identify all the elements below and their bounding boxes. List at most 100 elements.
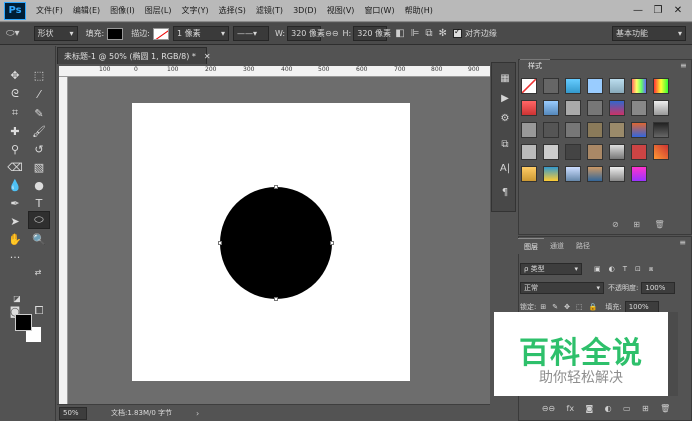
- style-preset-swatch[interactable]: [565, 100, 581, 116]
- lasso-tool-icon[interactable]: ᘓ: [4, 85, 26, 103]
- style-preset-swatch[interactable]: [609, 166, 625, 182]
- width-field[interactable]: 320 像素: [287, 26, 325, 41]
- fill-color-swatch[interactable]: [107, 27, 124, 40]
- style-preset-swatch[interactable]: [631, 144, 647, 160]
- blend-mode-select[interactable]: 正常 ▾: [520, 282, 604, 294]
- path-alignment-icon[interactable]: ⊫: [411, 28, 420, 39]
- type-tool-icon[interactable]: T: [28, 194, 50, 212]
- style-preset-swatch[interactable]: [587, 100, 603, 116]
- style-preset-swatch[interactable]: [609, 144, 625, 160]
- history-panel-icon[interactable]: ▦: [496, 69, 514, 87]
- workspace-select[interactable]: 基本功能 ▾: [612, 26, 686, 41]
- panel-menu-icon[interactable]: ≡: [680, 61, 687, 70]
- close-tab-icon[interactable]: ✕: [204, 52, 211, 61]
- clear-style-icon[interactable]: ⊘: [612, 220, 619, 229]
- style-preset-swatch[interactable]: [631, 166, 647, 182]
- edit-toolbar-icon[interactable]: ···: [4, 248, 26, 266]
- style-preset-swatch[interactable]: [653, 100, 669, 116]
- menu-help[interactable]: 帮助(H): [405, 5, 433, 16]
- layers-panel-menu-icon[interactable]: ≡: [679, 238, 686, 254]
- blur-tool-icon[interactable]: 💧: [4, 176, 26, 194]
- filter-smart-object-icon[interactable]: ⧈: [649, 265, 653, 274]
- eraser-tool-icon[interactable]: ⌫: [4, 158, 26, 176]
- marquee-tool-icon[interactable]: ⬚: [28, 66, 50, 84]
- style-preset-swatch[interactable]: [521, 78, 537, 94]
- stroke-width-field[interactable]: 1 像素 ▾: [172, 26, 229, 41]
- foreground-color-swatch[interactable]: [15, 314, 32, 331]
- actions-panel-icon[interactable]: ▶: [496, 89, 514, 107]
- link-layers-icon[interactable]: ⊖⊖: [542, 404, 555, 418]
- gradient-tool-icon[interactable]: ▧: [28, 158, 50, 176]
- style-preset-swatch[interactable]: [609, 100, 625, 116]
- style-preset-swatch[interactable]: [631, 78, 647, 94]
- move-tool-icon[interactable]: ✥: [4, 66, 26, 84]
- style-preset-swatch[interactable]: [543, 144, 559, 160]
- lock-transparent-icon[interactable]: ⊞: [540, 303, 546, 311]
- menu-image[interactable]: 图像(I): [110, 5, 135, 16]
- style-preset-swatch[interactable]: [565, 166, 581, 182]
- menu-filter[interactable]: 滤镜(T): [256, 5, 283, 16]
- magic-wand-tool-icon[interactable]: ⁄: [28, 85, 50, 103]
- lock-position-icon[interactable]: ✥: [564, 303, 570, 311]
- lock-image-icon[interactable]: ✎: [552, 303, 558, 311]
- clone-stamp-tool-icon[interactable]: ⚲: [4, 140, 26, 158]
- path-operations-icon[interactable]: ◧: [395, 28, 404, 39]
- healing-brush-tool-icon[interactable]: ✚: [4, 122, 26, 140]
- hand-tool-icon[interactable]: ✋: [4, 230, 26, 248]
- style-preset-swatch[interactable]: [543, 122, 559, 138]
- menu-window[interactable]: 窗口(W): [364, 5, 394, 16]
- style-preset-swatch[interactable]: [521, 166, 537, 182]
- crop-tool-icon[interactable]: ⌗: [4, 104, 26, 122]
- path-arrangement-icon[interactable]: ⧉: [425, 28, 432, 39]
- style-preset-swatch[interactable]: [565, 78, 581, 94]
- menu-type[interactable]: 文字(Y): [181, 5, 208, 16]
- filter-shape-icon[interactable]: ⊡: [635, 265, 641, 273]
- swap-colors-icon[interactable]: ⇄: [32, 266, 44, 278]
- restore-button[interactable]: ❐: [648, 2, 668, 18]
- new-layer-icon[interactable]: ⊞: [642, 404, 649, 418]
- menu-file[interactable]: 文件(F): [36, 5, 63, 16]
- anchor-point-top[interactable]: [274, 185, 278, 189]
- eyedropper-tool-icon[interactable]: ✎: [28, 104, 50, 122]
- minimize-button[interactable]: —: [628, 2, 648, 18]
- paragraph-panel-icon[interactable]: ¶: [496, 183, 514, 201]
- add-mask-icon[interactable]: ◙: [585, 404, 593, 418]
- style-preset-swatch[interactable]: [587, 166, 603, 182]
- brush-tool-icon[interactable]: 🖌: [28, 122, 50, 140]
- status-menu-arrow-icon[interactable]: ›: [196, 409, 199, 418]
- filter-adjustment-icon[interactable]: ◐: [609, 265, 615, 273]
- align-edges-checkbox[interactable]: [452, 27, 462, 38]
- ellipse-tool-preset-icon[interactable]: ⬭▾: [6, 28, 20, 39]
- link-icon[interactable]: ⊖⊖: [325, 29, 338, 38]
- style-preset-swatch[interactable]: [543, 100, 559, 116]
- dodge-tool-icon[interactable]: ●: [28, 176, 50, 194]
- properties-panel-icon[interactable]: ⧉: [496, 135, 514, 153]
- style-preset-swatch[interactable]: [653, 144, 669, 160]
- ellipse-tool-icon[interactable]: ⬭: [28, 211, 50, 229]
- style-preset-swatch[interactable]: [521, 100, 537, 116]
- tab-layers[interactable]: 图层: [518, 238, 544, 254]
- anchor-point-bottom[interactable]: [274, 297, 278, 301]
- style-preset-swatch[interactable]: [521, 122, 537, 138]
- ellipse-shape[interactable]: [220, 187, 332, 299]
- style-preset-swatch[interactable]: [543, 78, 559, 94]
- document-tab[interactable]: 未标题-1 @ 50% (椭圆 1, RGB/8) * ✕: [57, 47, 211, 64]
- adjustments-panel-icon[interactable]: ⚙: [496, 109, 514, 127]
- tool-mode-select[interactable]: 形状 ▾: [33, 26, 78, 41]
- style-preset-swatch[interactable]: [587, 78, 603, 94]
- filter-type-icon[interactable]: T: [623, 265, 627, 273]
- new-group-icon[interactable]: ▭: [623, 404, 631, 418]
- filter-pixel-icon[interactable]: ▣: [594, 265, 601, 273]
- anchor-point-right[interactable]: [330, 241, 334, 245]
- style-preset-swatch[interactable]: [609, 78, 625, 94]
- pen-tool-icon[interactable]: ✒: [4, 194, 26, 212]
- opacity-field[interactable]: 100%: [641, 282, 676, 294]
- tab-channels[interactable]: 通道: [544, 238, 570, 254]
- path-selection-tool-icon[interactable]: ➤: [4, 212, 26, 230]
- style-preset-swatch[interactable]: [587, 122, 603, 138]
- delete-style-icon[interactable]: 🗑: [655, 220, 665, 229]
- lock-artboard-icon[interactable]: ⬚: [576, 303, 583, 311]
- style-preset-swatch[interactable]: [631, 100, 647, 116]
- style-preset-swatch[interactable]: [543, 166, 559, 182]
- zoom-tool-icon[interactable]: 🔍: [28, 230, 50, 248]
